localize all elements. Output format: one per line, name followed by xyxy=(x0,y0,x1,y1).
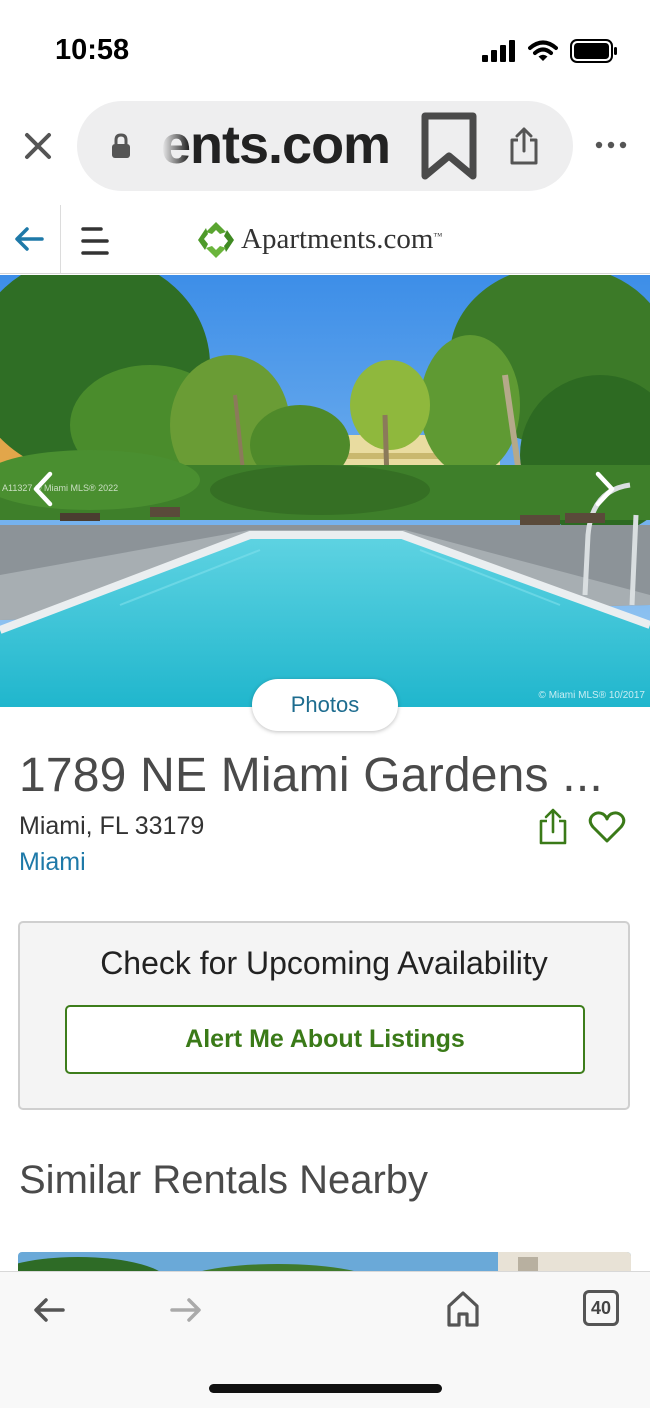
status-icons xyxy=(482,38,618,64)
url-fade xyxy=(155,108,189,184)
alert-me-button[interactable]: Alert Me About Listings xyxy=(65,1005,585,1074)
status-bar: 10:58 xyxy=(0,0,650,100)
tabs-count-button[interactable]: 40 xyxy=(583,1290,619,1326)
home-indicator xyxy=(209,1384,442,1393)
similar-rentals-heading: Similar Rentals Nearby xyxy=(19,1158,429,1202)
close-icon[interactable] xyxy=(22,130,54,162)
photo-watermark-right: © Miami MLS® 10/2017 xyxy=(538,690,645,701)
back-arrow-icon[interactable] xyxy=(13,225,45,253)
browser-back-icon[interactable] xyxy=(32,1296,66,1324)
share-listing-icon[interactable] xyxy=(538,808,568,846)
home-icon[interactable] xyxy=(445,1290,481,1328)
property-title: 1789 NE Miami Gardens ... xyxy=(19,749,603,802)
hamburger-menu-icon[interactable] xyxy=(79,222,111,260)
availability-title: Check for Upcoming Availability xyxy=(100,945,548,981)
photo-watermark-left: A11327 © Miami MLS® 2022 xyxy=(2,483,119,493)
signal-icon xyxy=(482,40,515,62)
heart-favorite-icon[interactable] xyxy=(588,810,626,844)
more-icon[interactable] xyxy=(594,137,628,153)
bookmark-icon[interactable] xyxy=(419,112,479,180)
url-text[interactable]: ents.com xyxy=(161,114,391,176)
status-time: 10:58 xyxy=(55,34,130,66)
browser-forward-icon[interactable] xyxy=(169,1296,203,1324)
city-link[interactable]: Miami xyxy=(19,848,86,877)
lock-icon xyxy=(112,133,130,158)
logo-trademark: ™ xyxy=(433,231,443,241)
share-icon[interactable] xyxy=(507,126,541,166)
photos-button[interactable]: Photos xyxy=(252,679,398,731)
battery-icon xyxy=(570,39,617,63)
header-divider xyxy=(60,205,61,273)
property-address: Miami, FL 33179 xyxy=(19,812,205,840)
wifi-icon xyxy=(528,40,558,61)
logo-wordmark: Apartments.com xyxy=(241,223,434,255)
logo-text[interactable]: Apartments.com™ xyxy=(241,223,442,256)
apartments-logo-icon[interactable] xyxy=(196,220,236,260)
chevron-right-icon[interactable] xyxy=(590,470,618,508)
